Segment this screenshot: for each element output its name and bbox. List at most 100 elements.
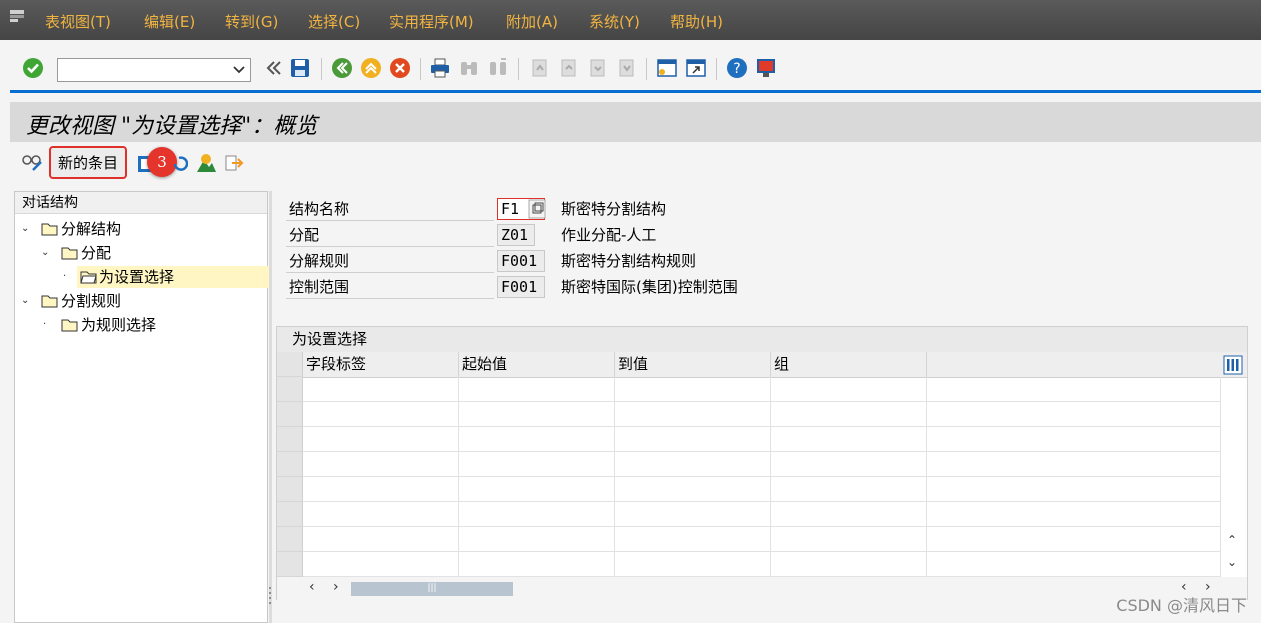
back-icon[interactable] xyxy=(331,57,353,79)
menu-item-extras[interactable]: 附加(A) xyxy=(506,11,558,32)
table-cell[interactable] xyxy=(303,377,459,402)
table-cell[interactable] xyxy=(771,527,927,552)
table-cell[interactable] xyxy=(771,552,927,577)
table-cell[interactable] xyxy=(459,477,615,502)
table-cell[interactable] xyxy=(459,402,615,427)
customize-layout-icon[interactable] xyxy=(755,57,777,79)
table-cell[interactable] xyxy=(303,452,459,477)
horizontal-scrollbar[interactable]: ‹ › ||| ‹ › xyxy=(277,577,1247,600)
table-cell[interactable] xyxy=(927,427,1221,452)
folder-icon xyxy=(41,295,58,308)
row-selector[interactable] xyxy=(277,527,303,552)
select-all-rows[interactable] xyxy=(277,352,303,377)
page-title: 更改视图 "为设置选择"：概览 xyxy=(26,114,318,139)
row-selector[interactable] xyxy=(277,477,303,502)
open-folder-icon xyxy=(80,271,97,284)
table-cell[interactable] xyxy=(927,452,1221,477)
table-cell[interactable] xyxy=(303,402,459,427)
menu-item-goto[interactable]: 转到(G) xyxy=(225,11,278,32)
table-cell[interactable] xyxy=(459,427,615,452)
pane-splitter[interactable] xyxy=(269,191,272,623)
table-cell[interactable] xyxy=(771,477,927,502)
table-cell[interactable] xyxy=(927,552,1221,577)
new-entries-button[interactable]: 新的条目 xyxy=(49,146,127,179)
menu-item-system[interactable]: 系统(Y) xyxy=(589,11,640,32)
help-icon[interactable]: ? xyxy=(726,57,748,79)
table-cell[interactable] xyxy=(459,552,615,577)
column-header-from-value[interactable]: 起始值 xyxy=(459,352,615,377)
shortcut-icon[interactable] xyxy=(685,57,707,79)
table-cell[interactable] xyxy=(615,452,771,477)
command-field[interactable] xyxy=(57,58,251,82)
table-cell[interactable] xyxy=(927,502,1221,527)
row-selector[interactable] xyxy=(277,452,303,477)
menu-item-table-view[interactable]: 表视图(T) xyxy=(45,11,111,32)
table-cell[interactable] xyxy=(303,477,459,502)
table-settings-icon[interactable] xyxy=(1223,355,1243,375)
table-cell[interactable] xyxy=(459,502,615,527)
chevron-down-icon[interactable]: ⌄ xyxy=(21,290,29,312)
print-icon[interactable] xyxy=(429,57,451,79)
select-all-icon[interactable] xyxy=(195,152,217,174)
splitter-grip-icon[interactable] xyxy=(268,585,272,605)
table-cell[interactable] xyxy=(771,377,927,402)
column-header-group[interactable]: 组 xyxy=(771,352,927,377)
table-cell[interactable] xyxy=(303,527,459,552)
row-selector[interactable] xyxy=(277,377,303,402)
create-session-icon[interactable] xyxy=(656,57,678,79)
save-icon[interactable] xyxy=(289,57,311,79)
table-cell[interactable] xyxy=(459,527,615,552)
scroll-left-icon[interactable]: ‹ xyxy=(309,579,315,595)
scroll-right-icon[interactable]: › xyxy=(333,579,339,595)
table-cell[interactable] xyxy=(303,427,459,452)
table-cell[interactable] xyxy=(459,452,615,477)
exit-icon[interactable] xyxy=(360,57,382,79)
table-cell[interactable] xyxy=(615,402,771,427)
value-help-icon[interactable] xyxy=(528,199,546,219)
column-header-to-value[interactable]: 到值 xyxy=(615,352,771,377)
watermark: CSDN @清风日下 xyxy=(1116,596,1247,615)
table-cell[interactable] xyxy=(771,452,927,477)
menu-icon[interactable] xyxy=(9,9,27,25)
find-next-icon xyxy=(490,58,506,75)
row-selector[interactable] xyxy=(277,402,303,427)
cancel-icon[interactable] xyxy=(389,57,411,79)
double-chevron-left-icon[interactable] xyxy=(262,57,284,79)
row-selector[interactable] xyxy=(277,502,303,527)
table-cell[interactable] xyxy=(459,377,615,402)
table-cell[interactable] xyxy=(303,552,459,577)
row-selector[interactable] xyxy=(277,552,303,577)
table-cell[interactable] xyxy=(615,477,771,502)
scroll-down-icon[interactable]: ⌄ xyxy=(1227,555,1237,569)
menu-item-help[interactable]: 帮助(H) xyxy=(670,11,723,32)
table-cell[interactable] xyxy=(771,402,927,427)
menu-item-edit[interactable]: 编辑(E) xyxy=(144,11,195,32)
chevron-down-icon[interactable] xyxy=(232,62,246,76)
column-header-field-label[interactable]: 字段标签 xyxy=(303,352,459,377)
table-cell[interactable] xyxy=(615,377,771,402)
table-cell[interactable] xyxy=(615,552,771,577)
undo-change-icon[interactable] xyxy=(172,152,188,174)
command-input[interactable] xyxy=(62,60,226,82)
table-cell[interactable] xyxy=(615,527,771,552)
menu-item-utilities[interactable]: 实用程序(M) xyxy=(389,11,474,32)
row-selector[interactable] xyxy=(277,427,303,452)
table-cell[interactable] xyxy=(927,377,1221,402)
table-cell[interactable] xyxy=(771,427,927,452)
table-cell[interactable] xyxy=(615,427,771,452)
table-cell[interactable] xyxy=(771,502,927,527)
chevron-down-icon[interactable]: ⌄ xyxy=(41,242,49,264)
scrollbar-thumb[interactable]: ||| xyxy=(351,582,513,596)
table-cell[interactable] xyxy=(927,402,1221,427)
menu-item-select[interactable]: 选择(C) xyxy=(308,11,360,32)
field-desc-assignment: 作业分配-人工 xyxy=(561,226,657,244)
enter-check-icon[interactable] xyxy=(22,57,44,79)
export-icon[interactable] xyxy=(223,152,245,174)
chevron-down-icon[interactable]: ⌄ xyxy=(21,218,29,240)
table-cell[interactable] xyxy=(303,502,459,527)
scroll-up-icon[interactable]: ⌃ xyxy=(1227,533,1237,547)
table-cell[interactable] xyxy=(927,477,1221,502)
table-cell[interactable] xyxy=(615,502,771,527)
table-cell[interactable] xyxy=(927,527,1221,552)
display-change-icon[interactable] xyxy=(21,152,45,174)
